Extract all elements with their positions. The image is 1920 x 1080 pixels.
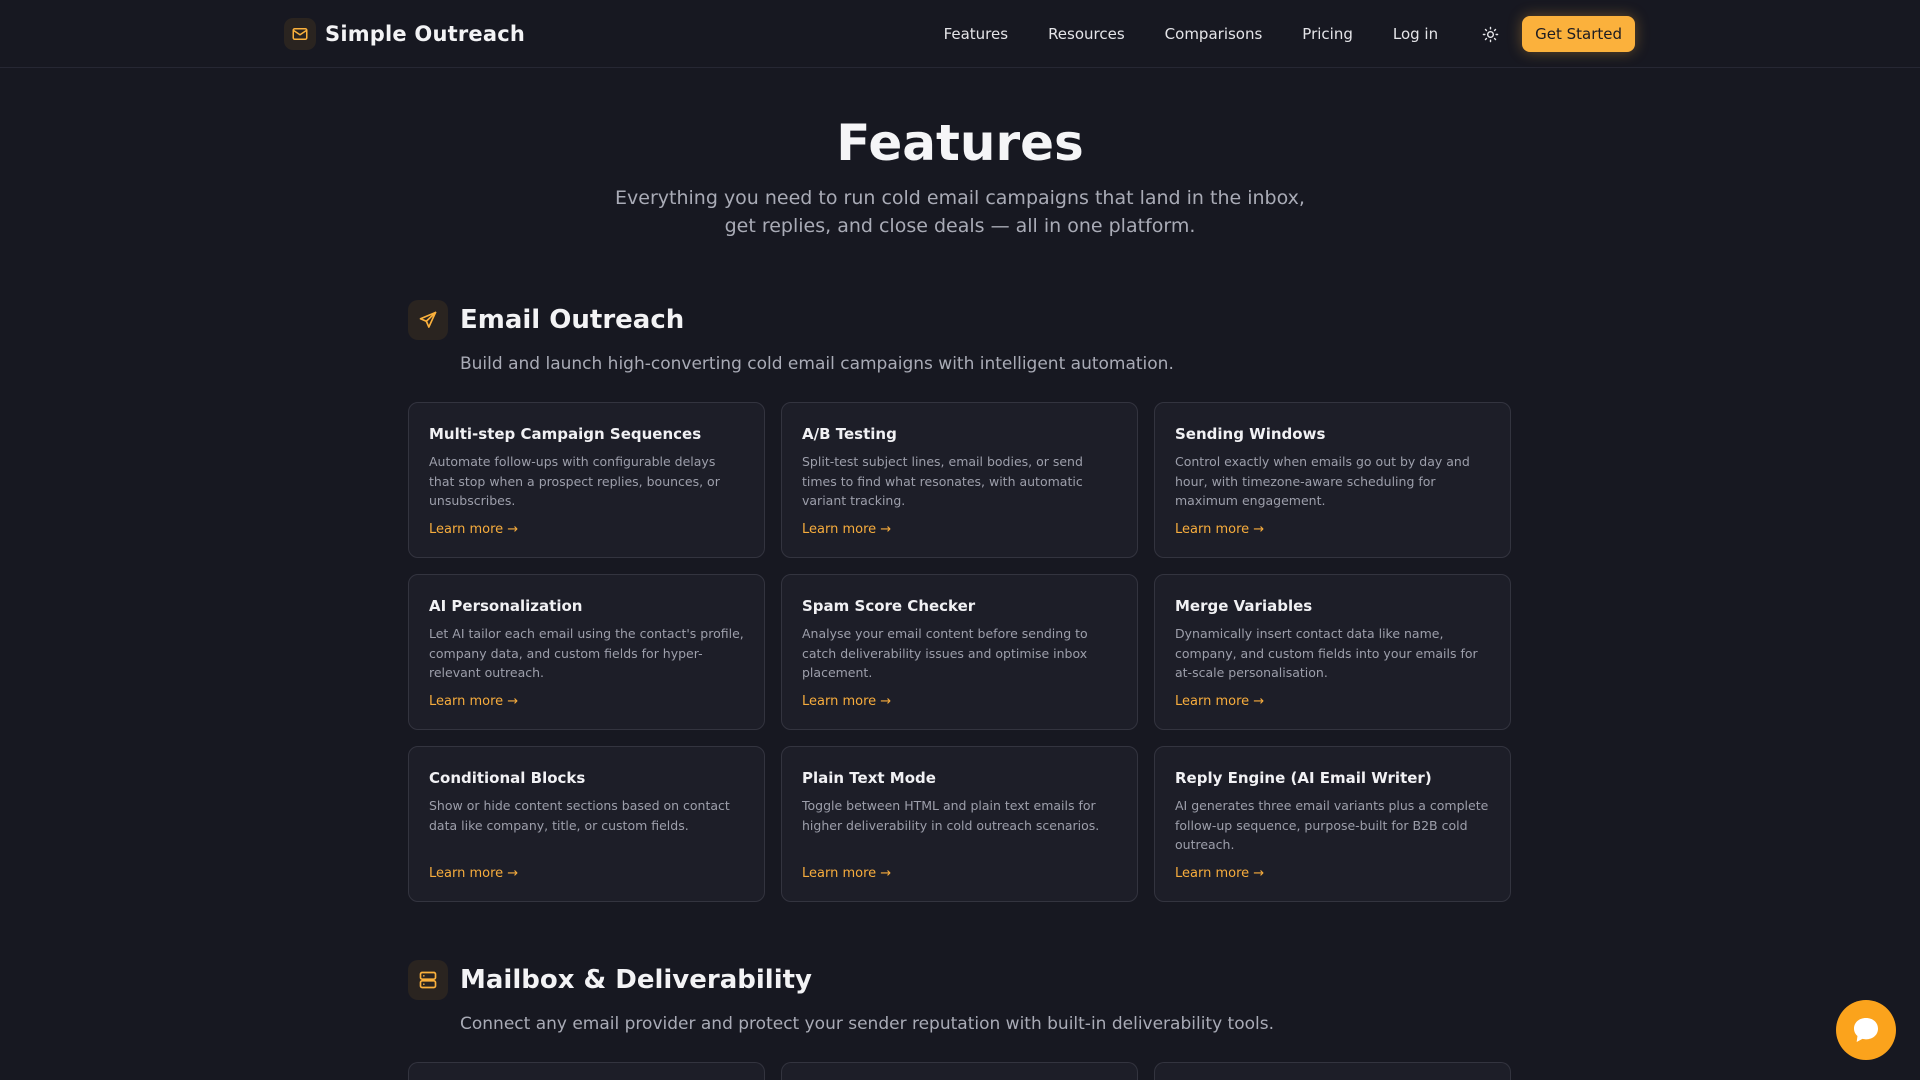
feature-card-title: A/B Testing <box>802 425 897 443</box>
nav-link-comparisons[interactable]: Comparisons <box>1165 25 1263 43</box>
feature-card[interactable]: Spam Score Checker Analyse your email co… <box>781 574 1138 730</box>
feature-card[interactable] <box>408 1062 765 1080</box>
section-description: Build and launch high-converting cold em… <box>460 354 1174 374</box>
section-header: Email Outreach <box>408 300 1512 340</box>
brand-name: Simple Outreach <box>325 22 525 46</box>
learn-more-link[interactable]: Learn more → <box>429 866 518 881</box>
feature-card-description: Toggle between HTML and plain text email… <box>802 798 1100 833</box>
sun-icon[interactable] <box>1478 22 1502 46</box>
section-title: Email Outreach <box>460 305 685 335</box>
learn-more-link[interactable]: Learn more → <box>802 522 891 537</box>
section-title: Mailbox & Deliverability <box>460 965 812 995</box>
nav-links: Features Resources Comparisons Pricing L… <box>944 16 1635 52</box>
nav-link-pricing[interactable]: Pricing <box>1302 25 1353 43</box>
learn-more-link[interactable]: Learn more → <box>1175 866 1264 881</box>
feature-card-title: Plain Text Mode <box>802 769 936 787</box>
feature-card-title: Merge Variables <box>1175 597 1313 615</box>
brand[interactable]: Simple Outreach <box>284 18 525 50</box>
feature-card[interactable]: Plain Text Mode Toggle between HTML and … <box>781 746 1138 902</box>
nav-link-features[interactable]: Features <box>944 25 1009 43</box>
feature-card-title: Multi-step Campaign Sequences <box>429 425 702 443</box>
learn-more-link[interactable]: Learn more → <box>429 694 518 709</box>
feature-card[interactable] <box>1154 1062 1511 1080</box>
feature-card-description: Show or hide content sections based on c… <box>429 798 730 833</box>
mail-icon <box>284 18 316 50</box>
feature-card-description: Automate follow-ups with configurable de… <box>429 454 720 508</box>
feature-card-description: Control exactly when emails go out by da… <box>1175 454 1470 508</box>
page-title: Features <box>836 114 1084 172</box>
hero: Features Everything you need to run cold… <box>0 112 1920 240</box>
feature-card-description: Dynamically insert contact data like nam… <box>1175 626 1478 680</box>
feature-card-title: Reply Engine (AI Email Writer) <box>1175 769 1432 787</box>
feature-card[interactable]: Reply Engine (AI Email Writer) AI genera… <box>1154 746 1511 902</box>
nav-link-login[interactable]: Log in <box>1393 25 1438 43</box>
feature-card-description: Let AI tailor each email using the conta… <box>429 626 744 680</box>
feature-card[interactable]: Conditional Blocks Show or hide content … <box>408 746 765 902</box>
top-nav: Simple Outreach Features Resources Compa… <box>0 0 1920 68</box>
learn-more-link[interactable]: Learn more → <box>1175 694 1264 709</box>
section-description: Connect any email provider and protect y… <box>460 1014 1275 1034</box>
feature-card[interactable]: Multi-step Campaign Sequences Automate f… <box>408 402 765 558</box>
feature-card-description: AI generates three email variants plus a… <box>1175 798 1489 852</box>
chat-bubble-icon[interactable] <box>1836 1000 1896 1060</box>
feature-card-title: AI Personalization <box>429 597 583 615</box>
section-email-outreach: Email Outreach Build and launch high-con… <box>408 300 1512 902</box>
feature-grid <box>408 1062 1512 1080</box>
feature-card-title: Spam Score Checker <box>802 597 976 615</box>
feature-card[interactable]: A/B Testing Split-test subject lines, em… <box>781 402 1138 558</box>
learn-more-link[interactable]: Learn more → <box>802 866 891 881</box>
feature-card[interactable] <box>781 1062 1138 1080</box>
section-header: Mailbox & Deliverability <box>408 960 1512 1000</box>
feature-card-description: Split-test subject lines, email bodies, … <box>802 454 1083 508</box>
feature-card-title: Sending Windows <box>1175 425 1326 443</box>
nav-link-resources[interactable]: Resources <box>1048 25 1125 43</box>
learn-more-link[interactable]: Learn more → <box>802 694 891 709</box>
feature-card[interactable]: AI Personalization Let AI tailor each em… <box>408 574 765 730</box>
section-mailbox-deliverability: Mailbox & Deliverability Connect any ema… <box>408 960 1512 1080</box>
page-subtitle: Everything you need to run cold email ca… <box>615 187 1305 237</box>
server-icon <box>408 960 448 1000</box>
feature-card-description: Analyse your email content before sendin… <box>802 626 1088 680</box>
get-started-button[interactable]: Get Started <box>1522 16 1635 52</box>
feature-card[interactable]: Sending Windows Control exactly when ema… <box>1154 402 1511 558</box>
learn-more-link[interactable]: Learn more → <box>429 522 518 537</box>
feature-grid: Multi-step Campaign Sequences Automate f… <box>408 402 1512 902</box>
feature-card-title: Conditional Blocks <box>429 769 586 787</box>
learn-more-link[interactable]: Learn more → <box>1175 522 1264 537</box>
send-icon <box>408 300 448 340</box>
feature-card[interactable]: Merge Variables Dynamically insert conta… <box>1154 574 1511 730</box>
